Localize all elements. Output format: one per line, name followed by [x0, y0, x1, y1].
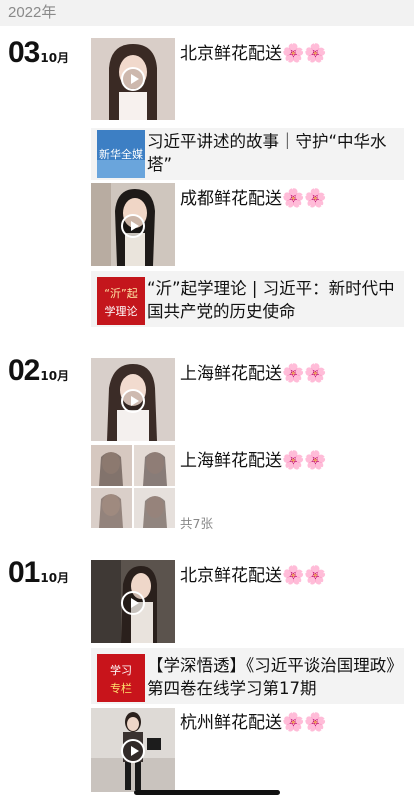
date-label: 03 10月 — [8, 36, 69, 70]
date-month: 10月 — [40, 571, 70, 585]
date-month: 10月 — [40, 51, 70, 65]
post-text[interactable]: 北京鲜花配送🌸🌸 — [180, 39, 327, 64]
post-text-label: 上海鲜花配送 — [180, 451, 282, 471]
cherry-blossom-icon: 🌸🌸 — [282, 712, 327, 733]
article-thumb-text: 新华全媒 — [99, 147, 143, 161]
shared-article[interactable]: 学习 专栏 【学深悟透】《习近平谈治国理政》第四卷在线学习第17期 — [91, 648, 404, 704]
article-thumb-text: 学习 — [110, 663, 132, 677]
video-thumbnail[interactable] — [91, 358, 175, 441]
post-text[interactable]: 上海鲜花配送🌸🌸 — [180, 359, 327, 384]
album-photos — [91, 445, 175, 528]
video-thumbnail[interactable] — [91, 183, 175, 266]
article-title: 习近平讲述的故事｜守护“中华水塔” — [147, 132, 387, 174]
cherry-blossom-icon: 🌸🌸 — [282, 450, 327, 471]
date-day: 03 — [8, 36, 40, 69]
cherry-blossom-icon: 🌸🌸 — [282, 43, 327, 64]
post-text-label: 北京鲜花配送 — [180, 566, 282, 586]
post-text-label: 成都鲜花配送 — [180, 189, 282, 209]
video-thumbnail[interactable] — [91, 560, 175, 643]
date-day: 01 — [8, 556, 40, 589]
article-thumb-text: 专栏 — [110, 681, 132, 695]
photo-count: 共7张 — [180, 516, 213, 531]
date-label: 02 10月 — [8, 354, 69, 388]
year-header: 2022年 — [0, 0, 414, 26]
home-indicator[interactable] — [134, 790, 280, 795]
video-thumbnail[interactable] — [91, 708, 175, 792]
article-thumbnail: 学习 专栏 — [97, 654, 145, 702]
post-text-label: 北京鲜花配送 — [180, 44, 282, 64]
date-label: 01 10月 — [8, 556, 69, 590]
play-icon — [121, 389, 145, 413]
article-thumb-text: “沂”起 — [104, 287, 137, 300]
cherry-blossom-icon: 🌸🌸 — [282, 363, 327, 384]
play-icon — [121, 591, 145, 615]
post-text-label: 上海鲜花配送 — [180, 364, 282, 384]
post-text[interactable]: 上海鲜花配送🌸🌸 — [180, 446, 327, 471]
photo-album-grid[interactable] — [91, 445, 175, 528]
article-title: 【学深悟透】《习近平谈治国理政》第四卷在线学习第17期 — [147, 656, 395, 698]
play-icon — [121, 739, 145, 763]
post-text[interactable]: 成都鲜花配送🌸🌸 — [180, 184, 327, 209]
date-day: 02 — [8, 354, 40, 387]
article-title: “沂”起学理论 | 习近平：新时代中国共产党的历史使命 — [147, 279, 395, 321]
post-text-label: 杭州鲜花配送 — [180, 713, 282, 733]
date-month: 10月 — [40, 369, 70, 383]
shared-article[interactable]: 新华全媒 习近平讲述的故事｜守护“中华水塔” — [91, 128, 404, 180]
play-icon — [121, 214, 145, 238]
post-text[interactable]: 杭州鲜花配送🌸🌸 — [180, 708, 327, 733]
cherry-blossom-icon: 🌸🌸 — [282, 565, 327, 586]
shared-article[interactable]: “沂”起 学理论 “沂”起学理论 | 习近平：新时代中国共产党的历史使命 — [91, 271, 404, 327]
article-thumb-text: 学理论 — [105, 304, 138, 318]
video-thumbnail[interactable] — [91, 38, 175, 120]
post-text[interactable]: 北京鲜花配送🌸🌸 — [180, 561, 327, 586]
cherry-blossom-icon: 🌸🌸 — [282, 188, 327, 209]
article-thumbnail: 新华全媒 — [97, 130, 145, 178]
article-thumbnail: “沂”起 学理论 — [97, 277, 145, 325]
play-icon — [121, 67, 145, 91]
